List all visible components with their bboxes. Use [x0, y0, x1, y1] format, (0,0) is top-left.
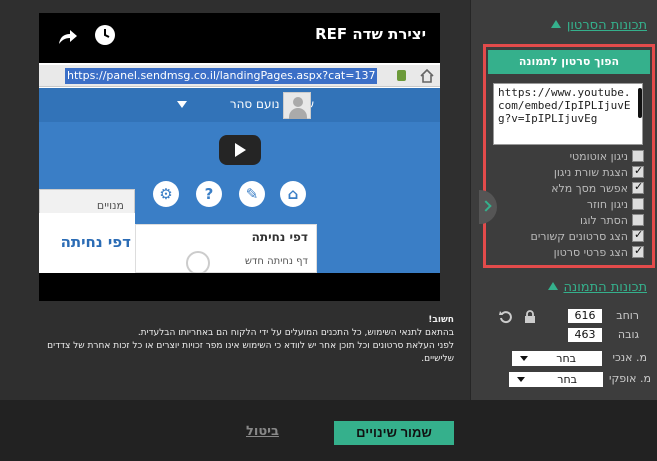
option-fullscreen[interactable]: אפשר מסך מלא	[506, 180, 646, 196]
lock-icon[interactable]	[524, 310, 536, 323]
browser-url: https://panel.sendmsg.co.il/landingPages…	[65, 68, 378, 84]
image-properties-header[interactable]: תכונות התמונה	[547, 280, 648, 295]
chevron-down-icon	[177, 101, 187, 108]
hide-logo-checkbox[interactable]	[632, 214, 644, 226]
video-player[interactable]: יצירת שדה REF https://panel.sendmsg.co.i…	[39, 13, 440, 301]
video-frame-screenshot: https://panel.sendmsg.co.il/landingPages…	[39, 63, 440, 273]
notice-heading: חשוב!	[428, 315, 454, 325]
landing-pages-menu: דפי נחיתה דף נחיתה חדש	[135, 224, 317, 273]
width-input[interactable]: 616	[568, 309, 602, 323]
option-loop[interactable]: ניגון חוזר	[506, 197, 646, 212]
option-hide-logo[interactable]: הסתר לוגו	[506, 213, 646, 228]
clock-icon[interactable]	[94, 24, 116, 46]
gear-icon: ⚙	[153, 181, 179, 207]
avatar	[283, 92, 311, 119]
magnifier-icon	[186, 251, 210, 273]
chevron-down-icon	[520, 356, 528, 361]
video-info-checkbox[interactable]	[632, 244, 644, 258]
members-label: מנויים	[96, 199, 124, 212]
notice-line: לפני העלאת סרטונים וכל תוכן אחר יש לוודא…	[47, 341, 454, 364]
option-label: הצגת שורת ניגון	[553, 166, 628, 179]
option-label: הצג סרטונים קשורים	[530, 230, 628, 243]
video-url-textarea[interactable]: https://www.youtube.com/embed/IpIPLIjuvE…	[493, 83, 643, 145]
save-changes-button[interactable]: שמור שינויים	[334, 421, 454, 445]
collapse-icon	[547, 282, 558, 290]
question-icon: ?	[196, 181, 222, 207]
select-value: בחר	[557, 373, 577, 386]
reset-icon[interactable]	[499, 310, 513, 324]
vertical-position-label: מ. אנכי	[612, 351, 648, 364]
section-title: תכונות הסרטון	[566, 18, 647, 33]
related-videos-checkbox[interactable]	[632, 228, 644, 242]
landing-pages-label: דפי נחיתה	[60, 233, 131, 251]
option-label: ניגון אוטומטי	[569, 150, 628, 163]
textarea-scrollbar[interactable]	[638, 88, 642, 118]
collapse-icon	[550, 20, 561, 28]
select-value: בחר	[556, 352, 576, 365]
autoplay-checkbox[interactable]	[632, 150, 644, 162]
option-autoplay[interactable]: ניגון אוטומטי	[506, 149, 646, 164]
tag-icon: ✎	[239, 181, 265, 207]
height-input[interactable]: 463	[568, 328, 602, 342]
option-label: הצג פרטי סרטון	[553, 246, 628, 259]
width-label: רוחב	[616, 309, 639, 322]
site-header: שלום: נועם סהר	[39, 88, 440, 122]
option-video-info[interactable]: הצג פרטי סרטון	[506, 244, 646, 260]
landing-pages-heading: דפי נחיתה	[39, 213, 135, 273]
convert-to-image-button[interactable]: הפוך סרטון לתמונה	[488, 50, 650, 74]
horizontal-position-select[interactable]: בחר	[509, 372, 603, 387]
footer-bar	[0, 400, 657, 461]
video-header: יצירת שדה REF	[39, 13, 440, 59]
cancel-link[interactable]: ביטול	[246, 424, 279, 439]
option-label: הסתר לוגו	[579, 214, 628, 227]
fullscreen-checkbox[interactable]	[632, 180, 644, 194]
share-icon[interactable]	[57, 25, 79, 47]
home-icon: ⌂	[280, 181, 306, 207]
video-properties-header[interactable]: תכונות הסרטון	[550, 18, 647, 33]
copyright-notice: חשוב! בהתאם לתנאי השימוש, כל התכנים המוע…	[28, 314, 454, 366]
option-label: ניגון חוזר	[586, 198, 628, 211]
browser-home-icon	[420, 69, 434, 83]
browser-address-bar: https://panel.sendmsg.co.il/landingPages…	[39, 65, 440, 87]
option-label: אפשר מסך מלא	[551, 182, 628, 195]
height-label: גובה	[617, 328, 639, 341]
loop-checkbox[interactable]	[632, 198, 644, 210]
option-show-controls[interactable]: הצגת שורת ניגון	[506, 164, 646, 180]
landing-menu-item: דף נחיתה חדש	[244, 256, 308, 267]
secure-lock-icon	[397, 70, 406, 81]
notice-line: בהתאם לתנאי השימוש, כל התכנים המועלים על…	[137, 328, 454, 338]
chevron-down-icon	[517, 377, 525, 382]
show-controls-checkbox[interactable]	[632, 164, 644, 178]
option-related-videos[interactable]: הצג סרטונים קשורים	[506, 228, 646, 244]
video-title[interactable]: יצירת שדה REF	[315, 25, 426, 43]
editor-canvas: יצירת שדה REF https://panel.sendmsg.co.i…	[0, 0, 470, 400]
vertical-position-select[interactable]: בחר	[512, 351, 602, 366]
landing-menu-title: דפי נחיתה	[251, 230, 308, 244]
play-icon[interactable]	[219, 135, 261, 165]
horizontal-position-label: מ. אופקי	[609, 372, 651, 385]
section-title: תכונות התמונה	[563, 280, 648, 295]
